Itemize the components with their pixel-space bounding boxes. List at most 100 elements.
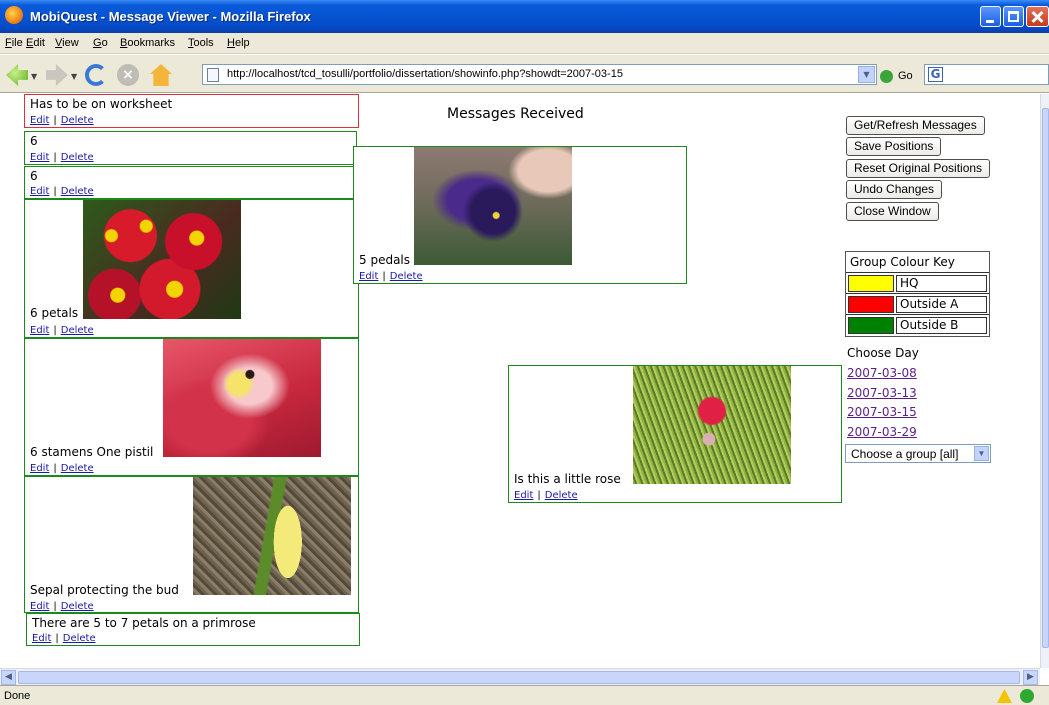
message-box[interactable]: Sepal protecting the bud Edit | Delete (24, 476, 359, 613)
delete-link[interactable]: Delete (61, 115, 94, 126)
menu-view[interactable]: View (55, 37, 79, 49)
save-positions-button[interactable]: Save Positions (846, 137, 942, 156)
refresh-messages-button[interactable]: Get/Refresh Messages (846, 116, 985, 135)
separator: | (53, 601, 57, 612)
message-box[interactable]: 5 pedals Edit | Delete (353, 146, 687, 284)
edit-link[interactable]: Edit (30, 601, 49, 612)
menu-file[interactable]: File (5, 37, 23, 49)
go-icon[interactable] (880, 70, 893, 83)
edit-link[interactable]: Edit (30, 152, 49, 163)
window-title: MobiQuest - Message Viewer - Mozilla Fir… (30, 9, 311, 24)
edit-link[interactable]: Edit (514, 490, 533, 501)
message-actions: Edit | Delete (30, 152, 94, 163)
separator: | (53, 463, 57, 474)
day-link[interactable]: 2007-03-13 (847, 386, 917, 400)
edit-link[interactable]: Edit (30, 186, 49, 197)
message-text: Has to be on worksheet (30, 97, 173, 111)
edit-link[interactable]: Edit (30, 325, 49, 336)
day-link[interactable]: 2007-03-15 (847, 405, 917, 419)
group-select-value: Choose a group [all] (851, 447, 959, 461)
colour-key-row-outside-b: Outside B (846, 315, 989, 336)
message-box[interactable]: 6 Edit | Delete (24, 131, 357, 165)
edit-link[interactable]: Edit (32, 633, 51, 644)
message-text: 5 pedals (359, 253, 411, 267)
separator: | (53, 152, 57, 163)
status-text: Done (4, 690, 31, 702)
warning-icon[interactable] (997, 689, 1012, 703)
red-tulip-photo (163, 339, 321, 457)
reload-icon[interactable] (85, 64, 107, 86)
back-dropdown-icon[interactable]: ▼ (31, 72, 37, 81)
message-text: 6 petals (30, 306, 79, 320)
search-box[interactable]: G (924, 64, 1049, 85)
page-icon (207, 68, 219, 82)
message-text: 6 (30, 169, 38, 183)
maximize-button[interactable] (1003, 6, 1024, 27)
day-link[interactable]: 2007-03-08 (847, 366, 917, 380)
message-actions: Edit | Delete (30, 463, 94, 474)
edit-link[interactable]: Edit (359, 271, 378, 282)
delete-link[interactable]: Delete (63, 633, 96, 644)
hq-swatch (848, 275, 894, 292)
navigation-toolbar: ▼ ▼ × http://localhost/tcd_tosulli/portf… (0, 55, 1049, 93)
delete-link[interactable]: Delete (545, 490, 578, 501)
close-window-page-button[interactable]: Close Window (846, 202, 939, 221)
horizontal-scrollbar[interactable]: ◀ ▶ (0, 668, 1040, 685)
ok-status-icon[interactable] (1020, 689, 1034, 703)
go-button[interactable]: Go (898, 70, 913, 82)
delete-link[interactable]: Delete (61, 601, 94, 612)
message-actions: Edit | Delete (30, 601, 94, 612)
home-icon[interactable] (150, 64, 172, 86)
separator: | (53, 325, 57, 336)
separator: | (55, 633, 59, 644)
chevron-down-icon[interactable]: ▼ (974, 446, 989, 461)
message-text: 6 (30, 134, 38, 148)
message-text: 6 stamens One pistil (30, 445, 154, 459)
separator: | (53, 186, 57, 197)
day-link[interactable]: 2007-03-29 (847, 425, 917, 439)
reset-positions-button[interactable]: Reset Original Positions (846, 159, 991, 178)
red-primroses-photo (83, 200, 241, 319)
message-box[interactable]: Is this a little rose Edit | Delete (508, 365, 842, 503)
group-select[interactable]: Choose a group [all] ▼ (845, 444, 991, 463)
delete-link[interactable]: Delete (61, 152, 94, 163)
message-box[interactable]: Has to be on worksheet Edit | Delete (24, 94, 359, 128)
menu-tools[interactable]: Tools (188, 37, 214, 49)
message-box[interactable]: 6 Edit | Delete (24, 166, 357, 199)
menu-edit[interactable]: Edit (26, 37, 45, 49)
url-dropdown-icon[interactable]: ▼ (858, 66, 875, 83)
horizontal-scroll-thumb[interactable] (18, 671, 1020, 684)
delete-link[interactable]: Delete (61, 463, 94, 474)
minimize-button[interactable] (980, 6, 1001, 27)
message-text: Is this a little rose (514, 472, 621, 486)
address-bar[interactable]: http://localhost/tcd_tosulli/portfolio/d… (202, 64, 877, 85)
delete-link[interactable]: Delete (61, 186, 94, 197)
scroll-left-icon[interactable]: ◀ (1, 670, 16, 685)
message-box[interactable]: 6 petals Edit | Delete (24, 199, 359, 338)
message-box[interactable]: 6 stamens One pistil Edit | Delete (24, 338, 359, 476)
delete-link[interactable]: Delete (61, 325, 94, 336)
edit-link[interactable]: Edit (30, 115, 49, 126)
forward-dropdown-icon[interactable]: ▼ (71, 72, 77, 81)
firefox-icon (5, 6, 23, 24)
vertical-scrollbar[interactable] (1040, 94, 1049, 668)
menu-bookmarks[interactable]: Bookmarks (120, 37, 175, 49)
message-box[interactable]: There are 5 to 7 petals on a primrose Ed… (26, 613, 360, 646)
undo-changes-button[interactable]: Undo Changes (846, 180, 943, 199)
menu-help[interactable]: Help (227, 37, 250, 49)
back-arrow-icon[interactable] (6, 64, 28, 86)
edit-link[interactable]: Edit (30, 463, 49, 474)
url-text[interactable]: http://localhost/tcd_tosulli/portfolio/d… (227, 68, 623, 80)
menu-bar: File Edit View Go Bookmarks Tools Help (0, 33, 1049, 54)
delete-link[interactable]: Delete (390, 271, 423, 282)
message-actions: Edit | Delete (514, 490, 578, 501)
scroll-right-icon[interactable]: ▶ (1023, 670, 1038, 685)
close-window-button[interactable] (1026, 6, 1049, 27)
google-icon: G (928, 67, 943, 82)
separator: | (382, 271, 386, 282)
vertical-scroll-thumb[interactable] (1042, 108, 1049, 648)
window-titlebar: MobiQuest - Message Viewer - Mozilla Fir… (0, 0, 1049, 33)
menu-go[interactable]: Go (93, 37, 108, 49)
stop-icon[interactable]: × (117, 64, 139, 86)
forward-arrow-icon[interactable] (46, 64, 68, 86)
